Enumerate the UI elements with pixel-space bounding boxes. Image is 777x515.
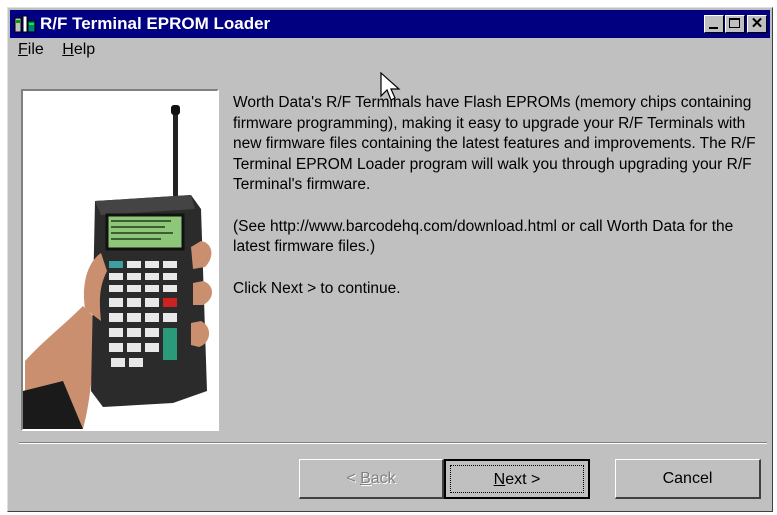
maximize-icon [729, 18, 740, 28]
minimize-icon [709, 27, 718, 29]
back-button[interactable]: < Back [299, 459, 444, 499]
download-paragraph: (See http://www.barcodehq.com/download.h… [233, 217, 734, 256]
menu-help[interactable]: Help [62, 41, 95, 59]
close-button[interactable]: ✕ [747, 15, 767, 33]
next-button[interactable]: Next > [444, 459, 590, 499]
window-title: R/F Terminal EPROM Loader [40, 14, 271, 33]
menu-bar: File Help [18, 41, 109, 63]
intro-text: Worth Data's R/F Terminals have Flash EP… [233, 93, 768, 320]
app-icon[interactable] [14, 15, 36, 33]
intro-paragraph: Worth Data's R/F Terminals have Flash EP… [233, 94, 756, 193]
button-separator [19, 442, 767, 444]
menu-file[interactable]: File [18, 41, 44, 59]
cancel-button[interactable]: Cancel [615, 459, 761, 499]
mouse-pointer-icon [380, 72, 401, 101]
minimize-button[interactable] [704, 15, 724, 33]
terminal-photo [21, 89, 219, 431]
title-bar[interactable]: R/F Terminal EPROM Loader ✕ [10, 10, 770, 38]
handheld-terminal-image [23, 105, 212, 429]
continue-instruction: Click Next > to continue. [233, 279, 401, 297]
maximize-button[interactable] [725, 15, 745, 33]
close-icon: ✕ [750, 15, 764, 32]
